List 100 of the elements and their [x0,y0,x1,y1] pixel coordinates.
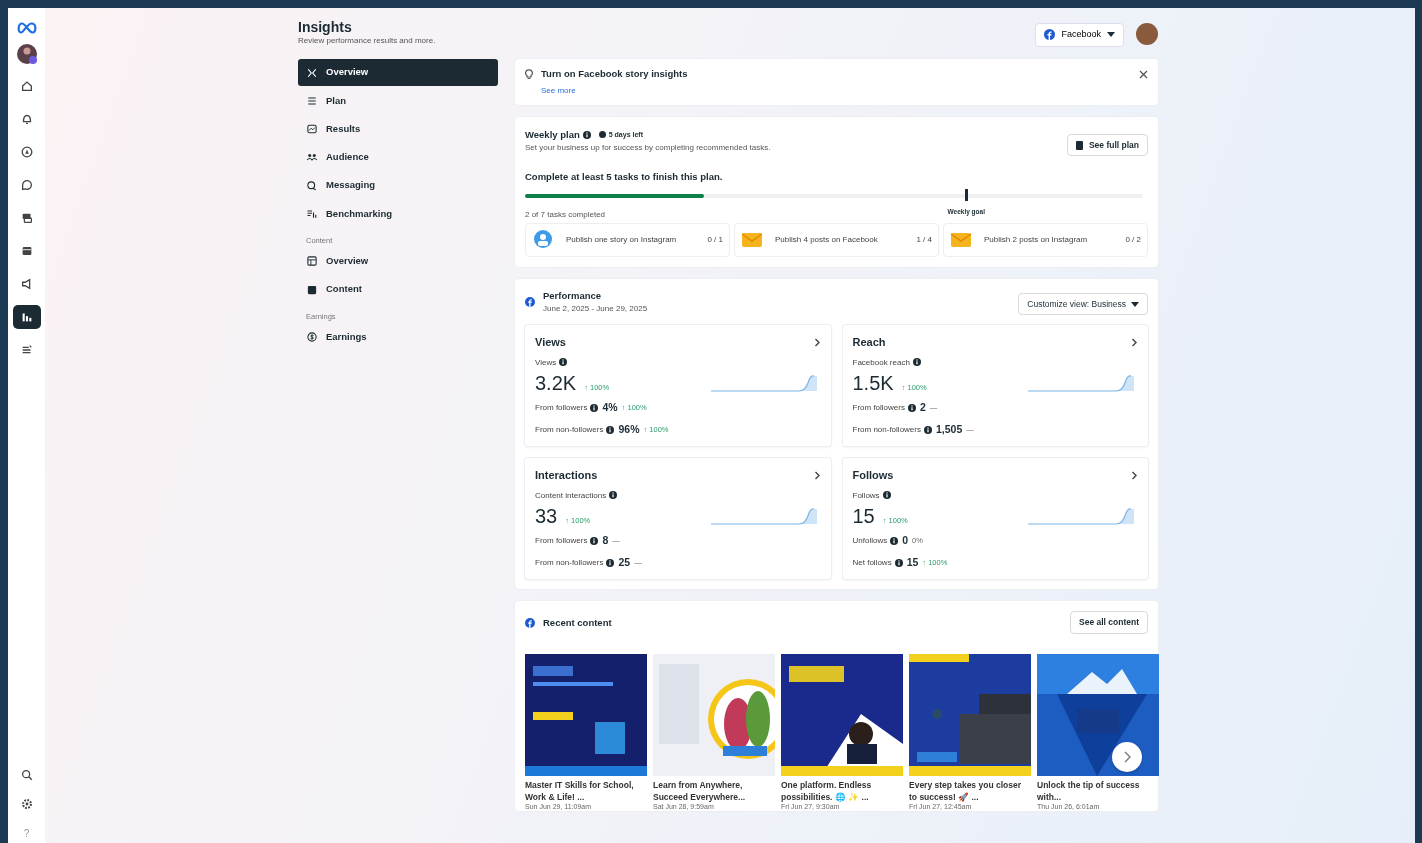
metric-row-value: 0 [902,532,909,548]
nav-item[interactable]: Plan [298,87,498,114]
metric-row-label: From non-followers [535,423,604,436]
logo-icon[interactable] [15,22,38,34]
metric-title: Follows [852,468,894,484]
dollar-icon [306,331,318,343]
section-title: Performance [543,288,603,303]
home-icon [19,79,34,93]
progress-label: 2 of 7 tasks completed [525,209,606,219]
info-icon [890,536,899,545]
post-caption[interactable]: Every step takes you closer to success! 🚀 ... [909,780,1031,804]
see-all-content-button[interactable]: See all content [1070,611,1148,635]
avatar[interactable] [1136,23,1158,45]
chart-icon [306,123,318,135]
info-icon [912,357,921,366]
grid-icon [306,255,318,268]
section-title: Weekly plan [525,127,580,142]
metric-row-value: 8 [602,532,609,548]
metric-row-label: From followers [852,401,905,414]
story-icon [532,228,554,251]
banner-title: Turn on Facebook story insights [541,67,688,82]
metric-row-label: Net follows [852,556,892,569]
close-icon[interactable] [1139,70,1148,80]
arrows-icon [306,66,318,79]
search-icon [19,768,34,782]
caret-icon [1107,32,1115,38]
info-icon [606,425,615,434]
compass-icon [19,145,34,159]
nav-rail-button[interactable] [12,305,41,329]
nav-item[interactable]: Overview [298,59,498,86]
metric-row-label: From followers [535,534,588,547]
chevron-icon[interactable] [813,471,821,481]
nav-item[interactable]: Earnings [298,323,498,351]
metric-title: Views [535,335,566,351]
nav-item[interactable]: Results [298,115,498,143]
metric-row-value: 96% [618,421,640,437]
envelope-icon [950,230,972,249]
info-icon [559,357,568,366]
page-subtitle: Review performance results and more. [298,35,436,48]
account-dropdown[interactable]: Facebook [1035,23,1124,47]
chevron-icon[interactable] [1131,471,1138,481]
caret-icon [1131,301,1139,307]
metric-row-label: Unfollows [852,534,888,547]
post-caption[interactable]: Unlock the tip of success with... [1037,780,1159,804]
metric-row-value: 2 [919,399,926,415]
task-card[interactable]: Publish 4 posts on Facebook 1 / 4 [734,222,939,257]
metric-value: 1.5K [852,371,894,394]
document-icon [1075,140,1084,150]
customize-view-dropdown[interactable]: Customize view: Business [1018,292,1148,316]
task-card[interactable]: Publish 2 posts on Instagram 0 / 2 [943,222,1148,257]
metric-row-value: 1,505 [935,421,963,437]
post-caption[interactable]: Master IT Skills for School, Work & Life! ... [525,780,647,804]
info-icon [894,558,903,567]
metric-title: Reach [852,335,886,351]
nav-item[interactable]: Audience [298,144,498,171]
nav-item[interactable]: Content [298,276,498,303]
metric-row-value: 4% [602,399,618,415]
info-icon [907,403,916,412]
nav-item[interactable]: Messaging [298,172,498,199]
page-title: Insights [298,20,353,36]
metric-label: Content interactions [535,490,607,500]
metric-value: 33 [535,504,558,527]
info-icon [582,130,591,139]
avatar[interactable] [15,43,38,65]
chevron-icon[interactable] [1131,338,1138,348]
metric-row-value: 15 [906,554,919,570]
metric-row-value: 25 [618,554,631,570]
goal-text: Complete at least 5 tasks to finish this plan. [525,170,724,185]
metric-label: Facebook reach [852,357,910,367]
section-subtitle: Set your business up for success by completing recommended tasks. [525,141,771,154]
metric-title: Interactions [535,468,598,484]
info-icon [590,403,599,412]
facebook-icon [1044,29,1056,41]
lightbulb-icon [525,69,533,80]
bars-icon [306,207,318,220]
metric-row-label: From non-followers [852,423,921,436]
square-icon [306,283,318,296]
see-full-plan-button[interactable]: See full plan [1066,133,1148,157]
info-icon [590,536,599,545]
settings-icon [19,797,34,811]
nav-item[interactable]: Overview [298,248,498,275]
clock-icon [598,131,606,139]
task-card[interactable]: Publish one story on Instagram 0 / 1 [525,222,730,257]
section-title: Recent content [543,615,612,630]
nav-item[interactable]: Benchmarking [298,200,498,227]
facebook-icon [525,296,535,307]
see-more-link[interactable]: See more [541,85,576,95]
metric-label: Views [535,357,557,367]
metric-value: 15 [852,504,875,527]
metric-row-label: From non-followers [535,556,604,569]
metric-label: Follows [852,490,880,500]
chevron-icon [1122,751,1132,764]
envelope-icon [741,230,763,249]
date-range: June 2, 2025 - June 29, 2025 [543,302,648,315]
chevron-icon[interactable] [813,338,821,348]
post-caption[interactable]: One platform. Endless possibilities. 🌐 ✨ ... [781,780,903,804]
info-icon [606,558,615,567]
info-icon [882,490,891,499]
metric-row-label: From followers [535,401,588,414]
post-caption[interactable]: Learn from Anywhere, Succeed Everywhere... [653,780,775,804]
